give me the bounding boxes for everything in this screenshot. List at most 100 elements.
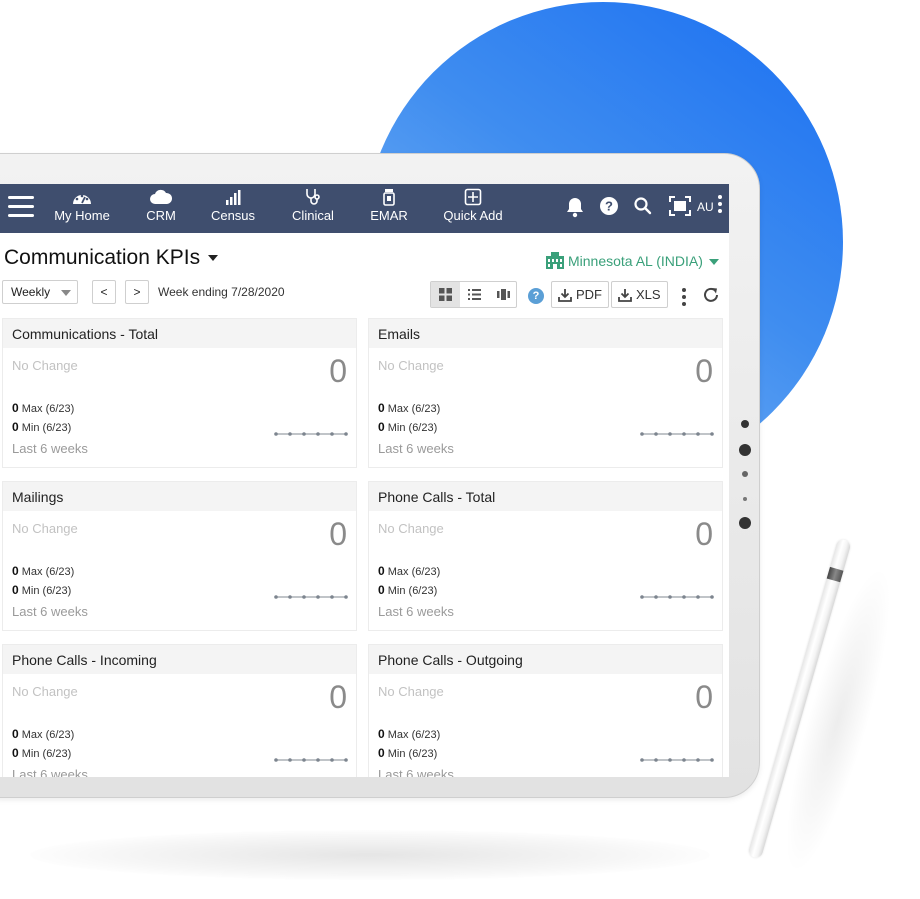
download-icon [558, 289, 572, 302]
kpi-period-label: Last 6 weeks [378, 604, 454, 619]
next-week-button[interactable]: > [125, 280, 149, 304]
nav-item-crm[interactable]: CRM [143, 188, 179, 223]
nav-item-label: Clinical [292, 208, 334, 223]
nav-item-label: EMAR [370, 208, 408, 223]
bell-icon[interactable] [565, 196, 585, 218]
kpi-change-label: No Change [12, 358, 78, 373]
kpi-value: 0 [329, 679, 347, 715]
kpi-min-line: 0 Min (6/23) [378, 746, 438, 760]
sparkline-point [316, 432, 320, 436]
nav-item-label: My Home [54, 208, 110, 223]
sparkline-point [344, 595, 348, 599]
sparkline-point [710, 595, 714, 599]
sparkline-point [302, 758, 306, 762]
fullscreen-icon[interactable] [669, 196, 691, 216]
kpi-sparkline [274, 595, 348, 599]
export-xls-button[interactable]: XLS [611, 281, 668, 308]
sparkline-point [288, 595, 292, 599]
nav-item-label: CRM [146, 208, 176, 223]
view-toggle-group [430, 281, 517, 308]
kpi-change-label: No Change [12, 684, 78, 699]
kpi-card[interactable]: Phone Calls - Total No Change 0 0 Max (6… [368, 481, 723, 631]
sparkline-point [654, 595, 658, 599]
previous-week-button[interactable]: < [92, 280, 116, 304]
kpi-max-line: 0 Max (6/23) [12, 401, 75, 415]
nav-item-census[interactable]: Census [209, 188, 257, 223]
page-title: Communication KPIs [4, 246, 201, 269]
sparkline-point [330, 432, 334, 436]
kpi-card-title: Phone Calls - Total [369, 482, 722, 511]
tablet-camera [739, 444, 751, 456]
more-menu-icon[interactable] [718, 195, 724, 216]
stethoscope-icon [306, 189, 320, 205]
nav-item-clinical[interactable]: Clinical [289, 188, 337, 223]
kpi-period-label: Last 6 weeks [378, 767, 454, 777]
column-view-button[interactable] [489, 282, 518, 307]
kpi-card[interactable]: Phone Calls - Incoming No Change 0 0 Max… [2, 644, 357, 777]
kpi-period-label: Last 6 weeks [378, 441, 454, 456]
app-screen: My Home CRM Census Clinical EMAR Quick A… [0, 184, 729, 777]
bar-chart-icon [226, 190, 241, 205]
nav-item-my-home[interactable]: My Home [53, 188, 111, 223]
kpi-card-title: Phone Calls - Outgoing [369, 645, 722, 674]
search-icon[interactable] [633, 196, 653, 216]
nav-item-quick-add[interactable]: Quick Add [441, 188, 505, 223]
kpi-value: 0 [695, 353, 713, 389]
nav-item-emar[interactable]: EMAR [369, 188, 409, 223]
kpi-card-title: Communications - Total [3, 319, 356, 348]
sparkline-point [344, 758, 348, 762]
sparkline-point [274, 595, 278, 599]
kpi-min-line: 0 Min (6/23) [12, 746, 72, 760]
hamburger-menu-icon[interactable] [8, 196, 34, 218]
caret-down-icon [708, 259, 719, 266]
kpi-max-line: 0 Max (6/23) [378, 564, 441, 578]
sparkline-point [330, 758, 334, 762]
sparkline-point [316, 595, 320, 599]
chevron-down-icon [61, 290, 71, 296]
grid-view-button[interactable] [431, 282, 460, 307]
sparkline-point [302, 595, 306, 599]
sparkline-point [640, 595, 644, 599]
kpi-card[interactable]: Phone Calls - Outgoing No Change 0 0 Max… [368, 644, 723, 777]
help-circle-icon[interactable]: ? [599, 196, 619, 216]
caret-down-icon [208, 255, 219, 262]
user-avatar-initials[interactable]: AU [697, 200, 714, 214]
location-selector[interactable]: Minnesota AL (INDIA) [545, 250, 719, 270]
kpi-change-label: No Change [378, 358, 444, 373]
sparkline-point [668, 758, 672, 762]
kpi-value: 0 [329, 353, 347, 389]
kpi-value: 0 [695, 679, 713, 715]
download-icon [618, 289, 632, 302]
tablet-sensor-dot [743, 497, 747, 501]
kpi-sparkline [640, 432, 714, 436]
kpi-card[interactable]: Communications - Total No Change 0 0 Max… [2, 318, 357, 468]
kpi-card-title: Emails [369, 319, 722, 348]
top-navigation-bar: My Home CRM Census Clinical EMAR Quick A… [0, 184, 729, 233]
kpi-sparkline [274, 758, 348, 762]
sparkline-point [274, 758, 278, 762]
cloud-icon [150, 189, 173, 204]
more-options-icon[interactable] [682, 288, 688, 309]
plus-box-icon [464, 188, 482, 206]
kpi-card[interactable]: Emails No Change 0 0 Max (6/23) 0 Min (6… [368, 318, 723, 468]
kpi-max-line: 0 Max (6/23) [378, 727, 441, 741]
dashboard-gauge-icon [73, 194, 91, 204]
kpi-value: 0 [329, 516, 347, 552]
sparkline-point [640, 432, 644, 436]
period-select[interactable]: Weekly [2, 280, 78, 304]
column-view-icon [497, 289, 510, 300]
sparkline-point [274, 432, 278, 436]
export-xls-label: XLS [636, 287, 661, 302]
export-pdf-button[interactable]: PDF [551, 281, 609, 308]
help-icon[interactable]: ? [528, 288, 544, 304]
kpi-card-title: Phone Calls - Incoming [3, 645, 356, 674]
kpi-max-line: 0 Max (6/23) [12, 727, 75, 741]
kpi-period-label: Last 6 weeks [12, 604, 88, 619]
kpi-card[interactable]: Mailings No Change 0 0 Max (6/23) 0 Min … [2, 481, 357, 631]
sparkline-point [682, 758, 686, 762]
building-icon [546, 252, 564, 269]
list-view-button[interactable] [460, 282, 489, 307]
refresh-icon[interactable] [702, 286, 720, 304]
page-title-dropdown[interactable]: Communication KPIs [4, 246, 219, 270]
sparkline-point [696, 758, 700, 762]
